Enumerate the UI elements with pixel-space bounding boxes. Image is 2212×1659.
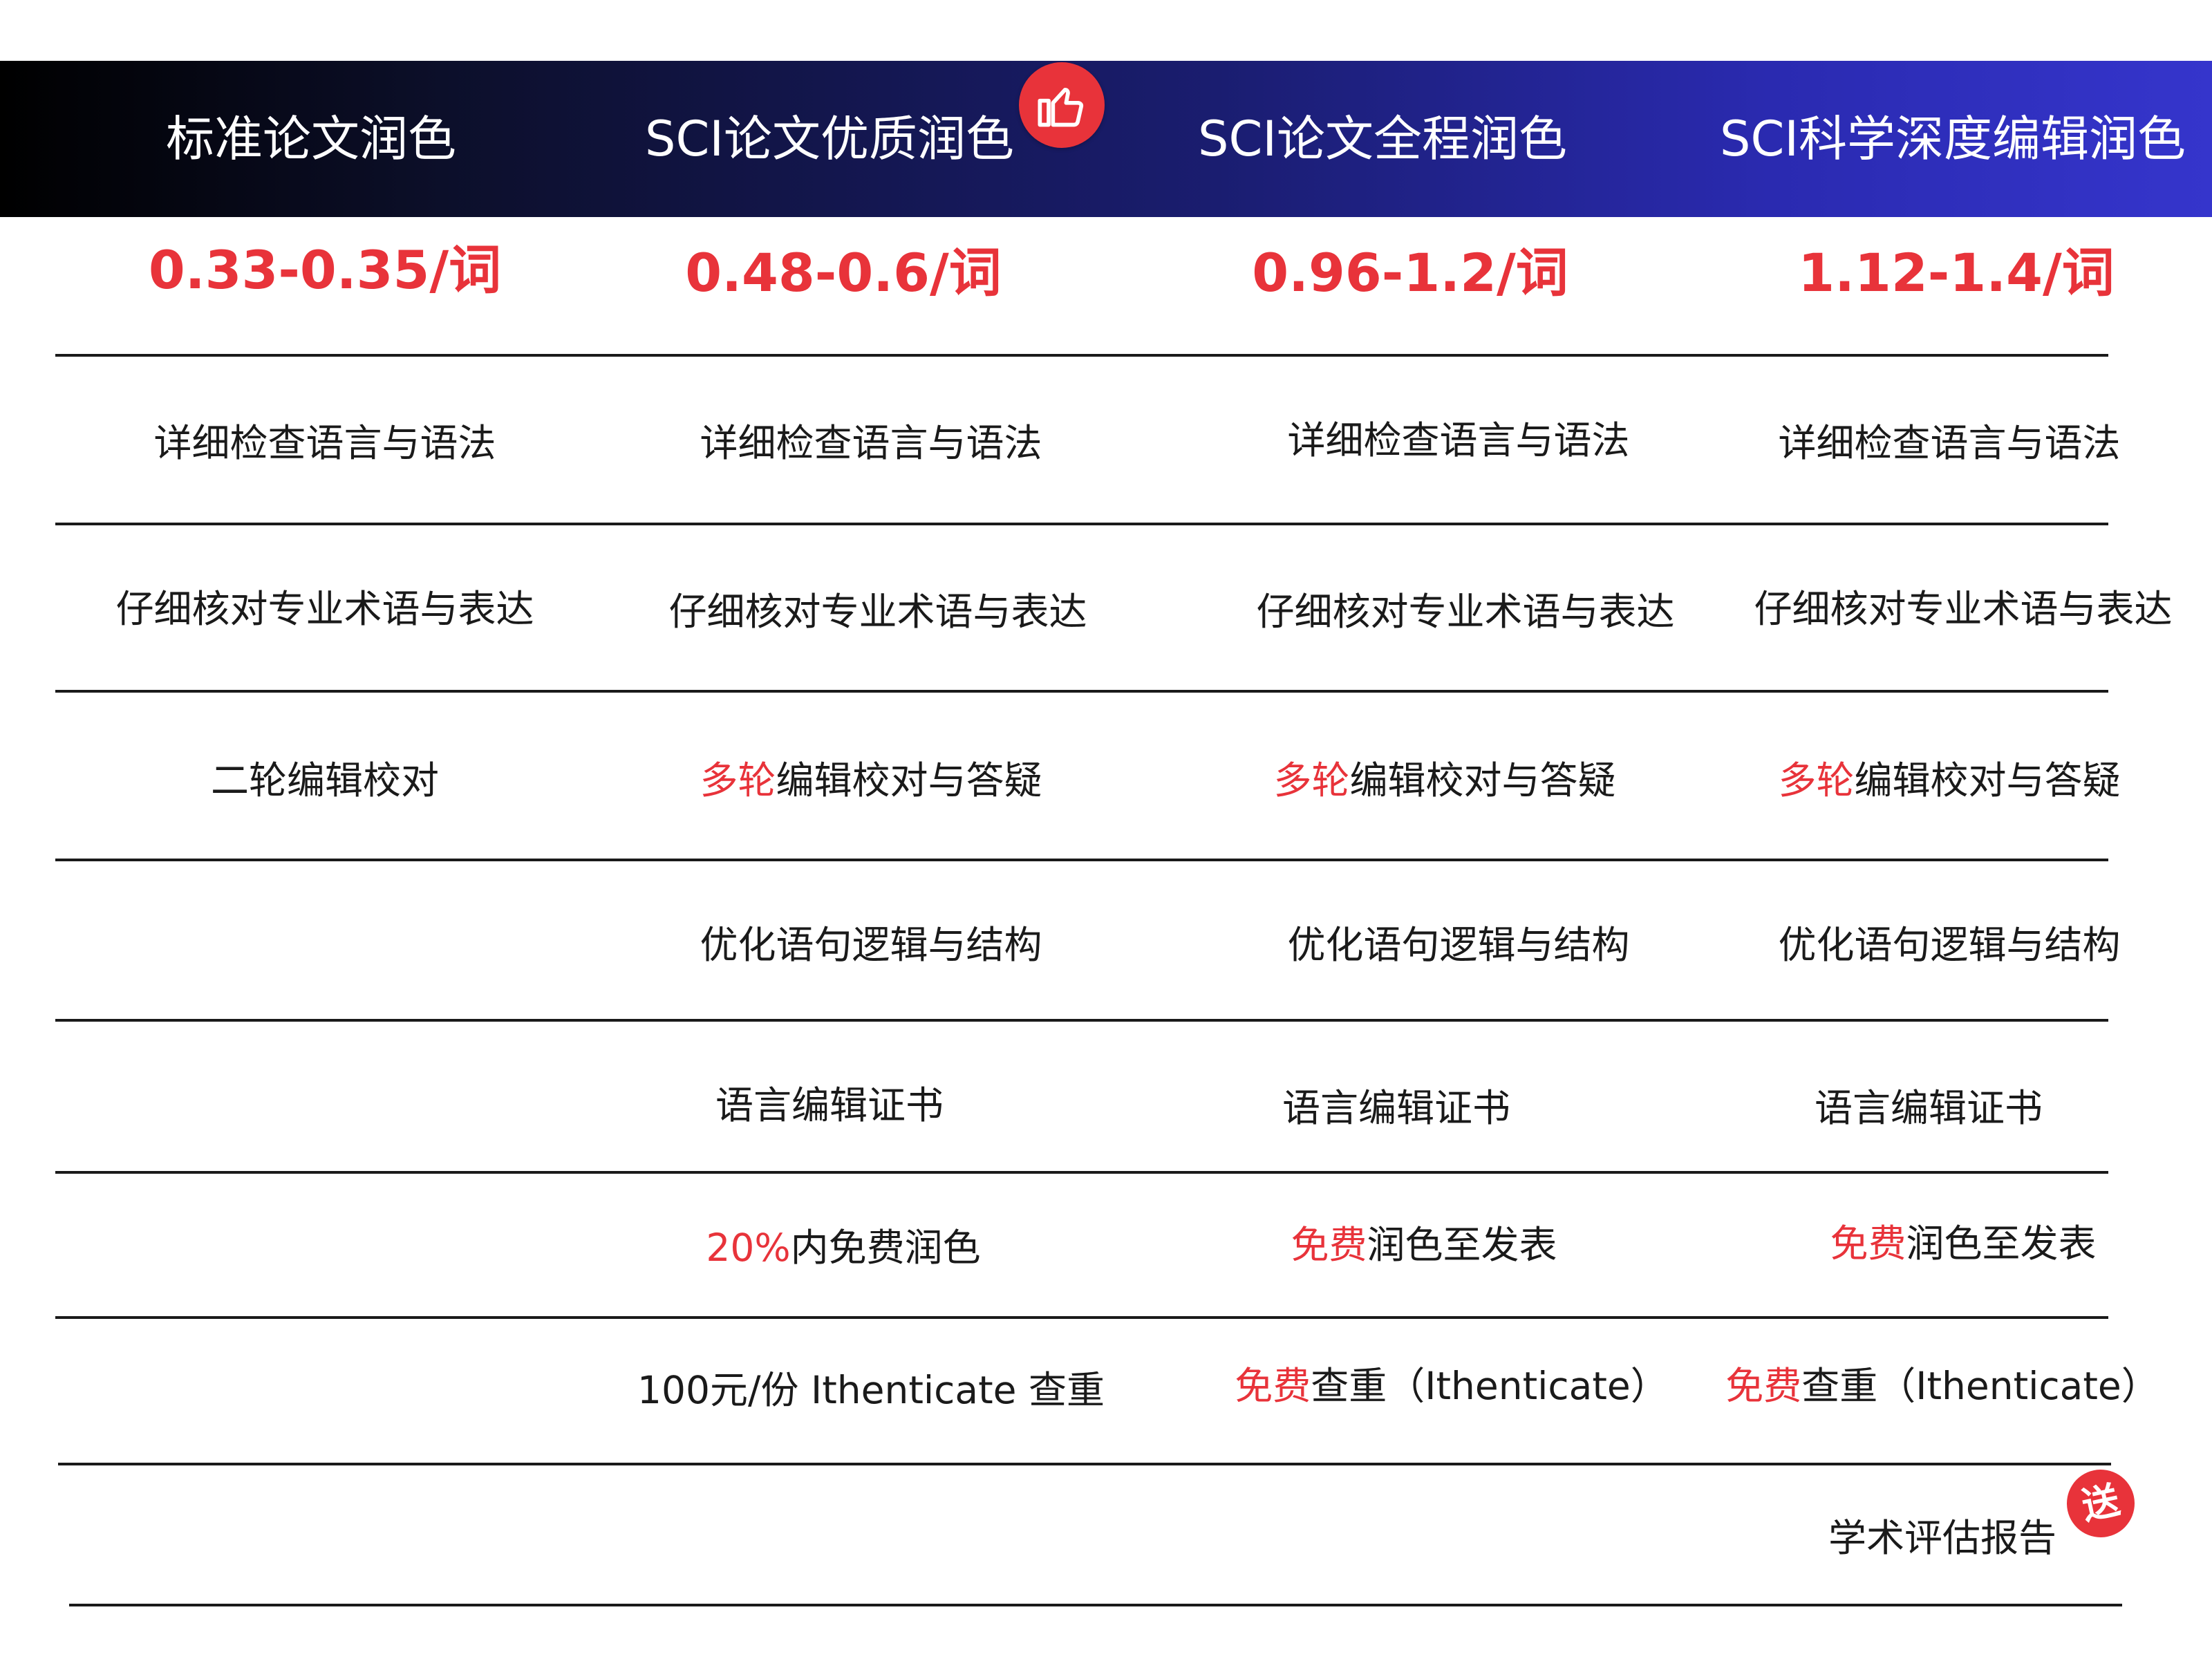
- feature-logic: 优化语句逻辑与结构: [700, 923, 1042, 967]
- row-divider: [55, 1019, 2108, 1022]
- price-full-process: 0.96-1.2/词: [1252, 242, 1568, 303]
- row-divider: [58, 1463, 2111, 1465]
- row-divider: [55, 859, 2108, 861]
- feature-plagiarism-check: 免费查重（Ithenticate）: [1666, 1348, 2212, 1424]
- feature-proofreading: 多轮编辑校对与答疑: [1168, 742, 1721, 818]
- feature-terminology: 仔细核对专业术语与表达: [1256, 590, 1675, 634]
- feature-language-check: 详细检查语言与语法: [1287, 418, 1630, 462]
- highlight-text: 多轮: [1778, 758, 1855, 803]
- highlight-text: 多轮: [1273, 758, 1350, 803]
- feature-terminology: 仔细核对专业术语与表达: [668, 590, 1087, 634]
- highlight-text: 免费: [1830, 1221, 1906, 1266]
- row-divider: [55, 1171, 2108, 1174]
- column-title-premium: SCI论文优质润色: [645, 111, 1014, 167]
- feature-text: 润色至发表: [1906, 1221, 2097, 1266]
- feature-free-polish: 20%内免费润色: [567, 1210, 1120, 1286]
- highlight-text: 20%: [706, 1226, 791, 1270]
- feature-free-polish: 免费润色至发表: [1147, 1207, 1700, 1283]
- feature-proofreading: 多轮编辑校对与答疑: [1673, 742, 2212, 818]
- feature-text: 编辑校对与答疑: [1854, 758, 2121, 803]
- highlight-text: 多轮: [700, 758, 776, 803]
- feature-terminology: 仔细核对专业术语与表达: [115, 587, 534, 631]
- feature-text: 内免费润色: [790, 1226, 981, 1270]
- feature-terminology: 仔细核对专业术语与表达: [1754, 587, 2173, 631]
- feature-text: 查重（Ithenticate）: [1801, 1364, 2159, 1408]
- price-premium: 0.48-0.6/词: [685, 242, 1002, 303]
- feature-proofreading: 二轮编辑校对: [210, 758, 439, 803]
- feature-certificate: 语言编辑证书: [1282, 1086, 1510, 1130]
- highlight-text: 免费: [1235, 1364, 1311, 1408]
- highlight-text: 免费: [1291, 1223, 1367, 1267]
- feature-language-check: 详细检查语言与语法: [153, 421, 496, 465]
- column-title-deep-edit: SCI科学深度编辑润色: [1720, 111, 2186, 167]
- row-divider: [55, 523, 2108, 525]
- feature-language-check: 详细检查语言与语法: [1778, 421, 2121, 465]
- row-divider: [69, 1604, 2122, 1606]
- row-divider: [55, 1316, 2108, 1319]
- price-standard: 0.33-0.35/词: [148, 239, 502, 301]
- feature-free-polish: 免费润色至发表: [1687, 1206, 2212, 1282]
- feature-logic: 优化语句逻辑与结构: [1778, 923, 2121, 967]
- row-divider: [55, 354, 2108, 357]
- feature-logic: 优化语句逻辑与结构: [1287, 923, 1630, 967]
- feature-text: 查重（Ithenticate）: [1311, 1364, 1669, 1408]
- recommended-badge: [1019, 62, 1105, 148]
- highlight-text: 免费: [1725, 1364, 1802, 1408]
- feature-text: 编辑校对与答疑: [1349, 758, 1616, 803]
- feature-text: 编辑校对与答疑: [776, 758, 1042, 803]
- feature-proofreading: 多轮编辑校对与答疑: [594, 742, 1147, 818]
- feature-plagiarism-check: 100元/份 Ithenticate 查重: [637, 1368, 1105, 1412]
- feature-plagiarism-check: 免费查重（Ithenticate）: [1175, 1348, 1728, 1424]
- row-divider: [55, 690, 2108, 693]
- feature-certificate: 语言编辑证书: [1814, 1086, 2043, 1130]
- column-title-standard: 标准论文润色: [166, 111, 456, 167]
- feature-language-check: 详细检查语言与语法: [700, 421, 1042, 465]
- price-deep-edit: 1.12-1.4/词: [1798, 242, 2115, 303]
- thumbs-up-icon: [1038, 87, 1084, 127]
- feature-certificate: 语言编辑证书: [715, 1083, 944, 1127]
- feature-text: 润色至发表: [1367, 1223, 1557, 1267]
- column-title-full-process: SCI论文全程润色: [1198, 111, 1567, 167]
